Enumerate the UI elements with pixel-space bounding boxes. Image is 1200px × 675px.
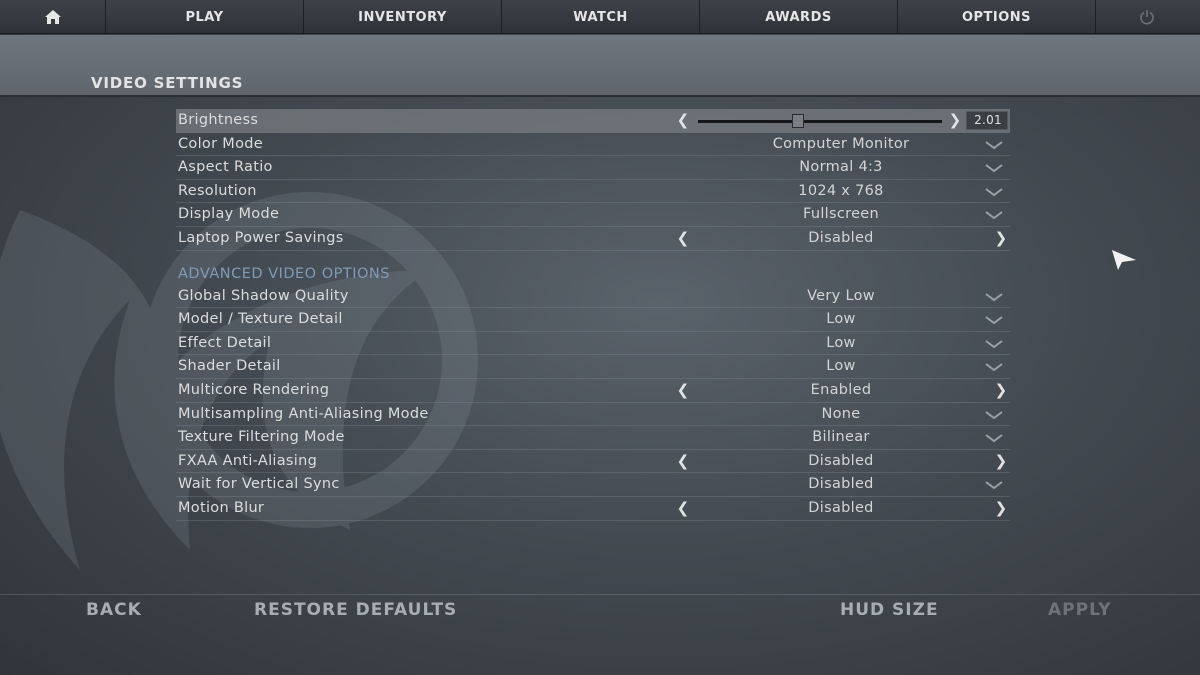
- setting-label: Aspect Ratio: [178, 159, 273, 176]
- back-button[interactable]: BACK: [86, 600, 142, 620]
- mouse-cursor-icon: [1112, 250, 1136, 270]
- setting-label: Wait for Vertical Sync: [178, 476, 340, 493]
- chevron-down-icon[interactable]: [984, 432, 1004, 444]
- chevron-down-icon[interactable]: [984, 314, 1004, 326]
- home-icon: [44, 10, 61, 24]
- setting-label: Color Mode: [178, 135, 263, 152]
- chevron-right-icon[interactable]: ❯: [994, 499, 1008, 517]
- setting-label: FXAA Anti-Aliasing: [178, 452, 318, 469]
- setting-row-color-mode[interactable]: Color Mode Computer Monitor: [176, 133, 1010, 157]
- setting-row-laptop-power-savings[interactable]: Laptop Power Savings ❮ Disabled ❯: [176, 227, 1010, 251]
- setting-value: Disabled: [808, 452, 874, 469]
- settings-list: Brightness ❮ ❯ 2.01 Color Mode Computer …: [176, 109, 1010, 521]
- setting-label: Brightness: [178, 112, 259, 128]
- setting-row-model-texture-detail[interactable]: Model / Texture Detail Low: [176, 308, 1010, 332]
- chevron-left-icon[interactable]: ❮: [676, 499, 690, 517]
- brightness-slider-thumb[interactable]: [792, 114, 805, 128]
- tab-awards[interactable]: AWARDS: [700, 0, 898, 34]
- setting-value: Computer Monitor: [772, 135, 910, 152]
- setting-value: Low: [826, 311, 856, 328]
- setting-row-multicore-rendering[interactable]: Multicore Rendering ❮ Enabled ❯: [176, 379, 1010, 403]
- setting-value: Very Low: [807, 287, 875, 304]
- page-title: VIDEO SETTINGS: [91, 74, 244, 92]
- setting-label: Resolution: [178, 182, 257, 199]
- setting-label: Global Shadow Quality: [178, 287, 349, 304]
- setting-row-resolution[interactable]: Resolution 1024 x 768: [176, 180, 1010, 204]
- setting-row-effect-detail[interactable]: Effect Detail Low: [176, 332, 1010, 356]
- setting-row-shader-detail[interactable]: Shader Detail Low: [176, 355, 1010, 379]
- setting-row-global-shadow-quality[interactable]: Global Shadow Quality Very Low: [176, 285, 1010, 309]
- chevron-right-icon[interactable]: ❯: [994, 229, 1008, 247]
- chevron-down-icon[interactable]: [984, 209, 1004, 221]
- setting-label: Model / Texture Detail: [178, 311, 343, 328]
- setting-row-vertical-sync[interactable]: Wait for Vertical Sync Disabled: [176, 473, 1010, 497]
- top-nav: PLAY INVENTORY WATCH AWARDS OPTIONS: [0, 0, 1200, 34]
- setting-value: Low: [826, 358, 856, 375]
- brightness-slider[interactable]: [698, 120, 942, 123]
- power-button[interactable]: [1096, 0, 1198, 34]
- tab-inventory[interactable]: INVENTORY: [304, 0, 502, 34]
- setting-row-brightness[interactable]: Brightness ❮ ❯ 2.01: [176, 109, 1010, 133]
- tab-play[interactable]: PLAY: [106, 0, 304, 34]
- setting-label: Multisampling Anti-Aliasing Mode: [178, 405, 429, 422]
- setting-label: Display Mode: [178, 206, 280, 223]
- setting-label: Laptop Power Savings: [178, 229, 344, 246]
- setting-row-msaa-mode[interactable]: Multisampling Anti-Aliasing Mode None: [176, 403, 1010, 427]
- setting-value: Disabled: [808, 499, 874, 516]
- bottom-divider: [0, 594, 1200, 595]
- slider-increase-icon[interactable]: ❯: [948, 111, 962, 129]
- setting-row-motion-blur[interactable]: Motion Blur ❮ Disabled ❯: [176, 497, 1010, 521]
- chevron-right-icon[interactable]: ❯: [994, 381, 1008, 399]
- setting-value: Bilinear: [812, 429, 870, 446]
- tab-watch[interactable]: WATCH: [502, 0, 700, 34]
- section-spacer: ADVANCED VIDEO OPTIONS: [176, 251, 1010, 285]
- setting-value: Enabled: [810, 381, 872, 398]
- apply-button[interactable]: APPLY: [1048, 600, 1112, 620]
- setting-value: Disabled: [808, 229, 874, 246]
- setting-row-texture-filtering-mode[interactable]: Texture Filtering Mode Bilinear: [176, 426, 1010, 450]
- setting-row-fxaa[interactable]: FXAA Anti-Aliasing ❮ Disabled ❯: [176, 450, 1010, 474]
- setting-row-display-mode[interactable]: Display Mode Fullscreen: [176, 203, 1010, 227]
- setting-row-aspect-ratio[interactable]: Aspect Ratio Normal 4:3: [176, 156, 1010, 180]
- setting-value: 1024 x 768: [798, 182, 884, 199]
- chevron-down-icon[interactable]: [984, 186, 1004, 198]
- restore-defaults-button[interactable]: RESTORE DEFAULTS: [254, 600, 457, 620]
- tab-options[interactable]: OPTIONS: [898, 0, 1096, 34]
- chevron-down-icon[interactable]: [984, 361, 1004, 373]
- chevron-down-icon[interactable]: [984, 162, 1004, 174]
- setting-label: Multicore Rendering: [178, 381, 330, 398]
- chevron-right-icon[interactable]: ❯: [994, 452, 1008, 470]
- chevron-down-icon[interactable]: [984, 409, 1004, 421]
- chevron-left-icon[interactable]: ❮: [676, 381, 690, 399]
- setting-label: Shader Detail: [178, 358, 281, 375]
- chevron-left-icon[interactable]: ❮: [676, 452, 690, 470]
- brightness-value-field[interactable]: 2.01: [966, 111, 1008, 130]
- chevron-left-icon[interactable]: ❮: [676, 229, 690, 247]
- setting-label: Texture Filtering Mode: [178, 429, 345, 446]
- setting-value: None: [821, 405, 861, 422]
- chevron-down-icon[interactable]: [984, 479, 1004, 491]
- power-icon: [1140, 10, 1154, 25]
- hud-size-button[interactable]: HUD SIZE: [840, 600, 939, 620]
- setting-value: Low: [826, 334, 856, 351]
- setting-value: Disabled: [808, 476, 874, 493]
- chevron-down-icon[interactable]: [984, 139, 1004, 151]
- home-button[interactable]: [0, 0, 106, 34]
- slider-decrease-icon[interactable]: ❮: [676, 111, 690, 129]
- setting-value: Normal 4:3: [799, 159, 883, 176]
- section-title: ADVANCED VIDEO OPTIONS: [178, 265, 390, 282]
- chevron-down-icon[interactable]: [984, 291, 1004, 303]
- setting-label: Effect Detail: [178, 334, 272, 351]
- chevron-down-icon[interactable]: [984, 338, 1004, 350]
- setting-label: Motion Blur: [178, 499, 265, 516]
- setting-value: Fullscreen: [803, 206, 879, 223]
